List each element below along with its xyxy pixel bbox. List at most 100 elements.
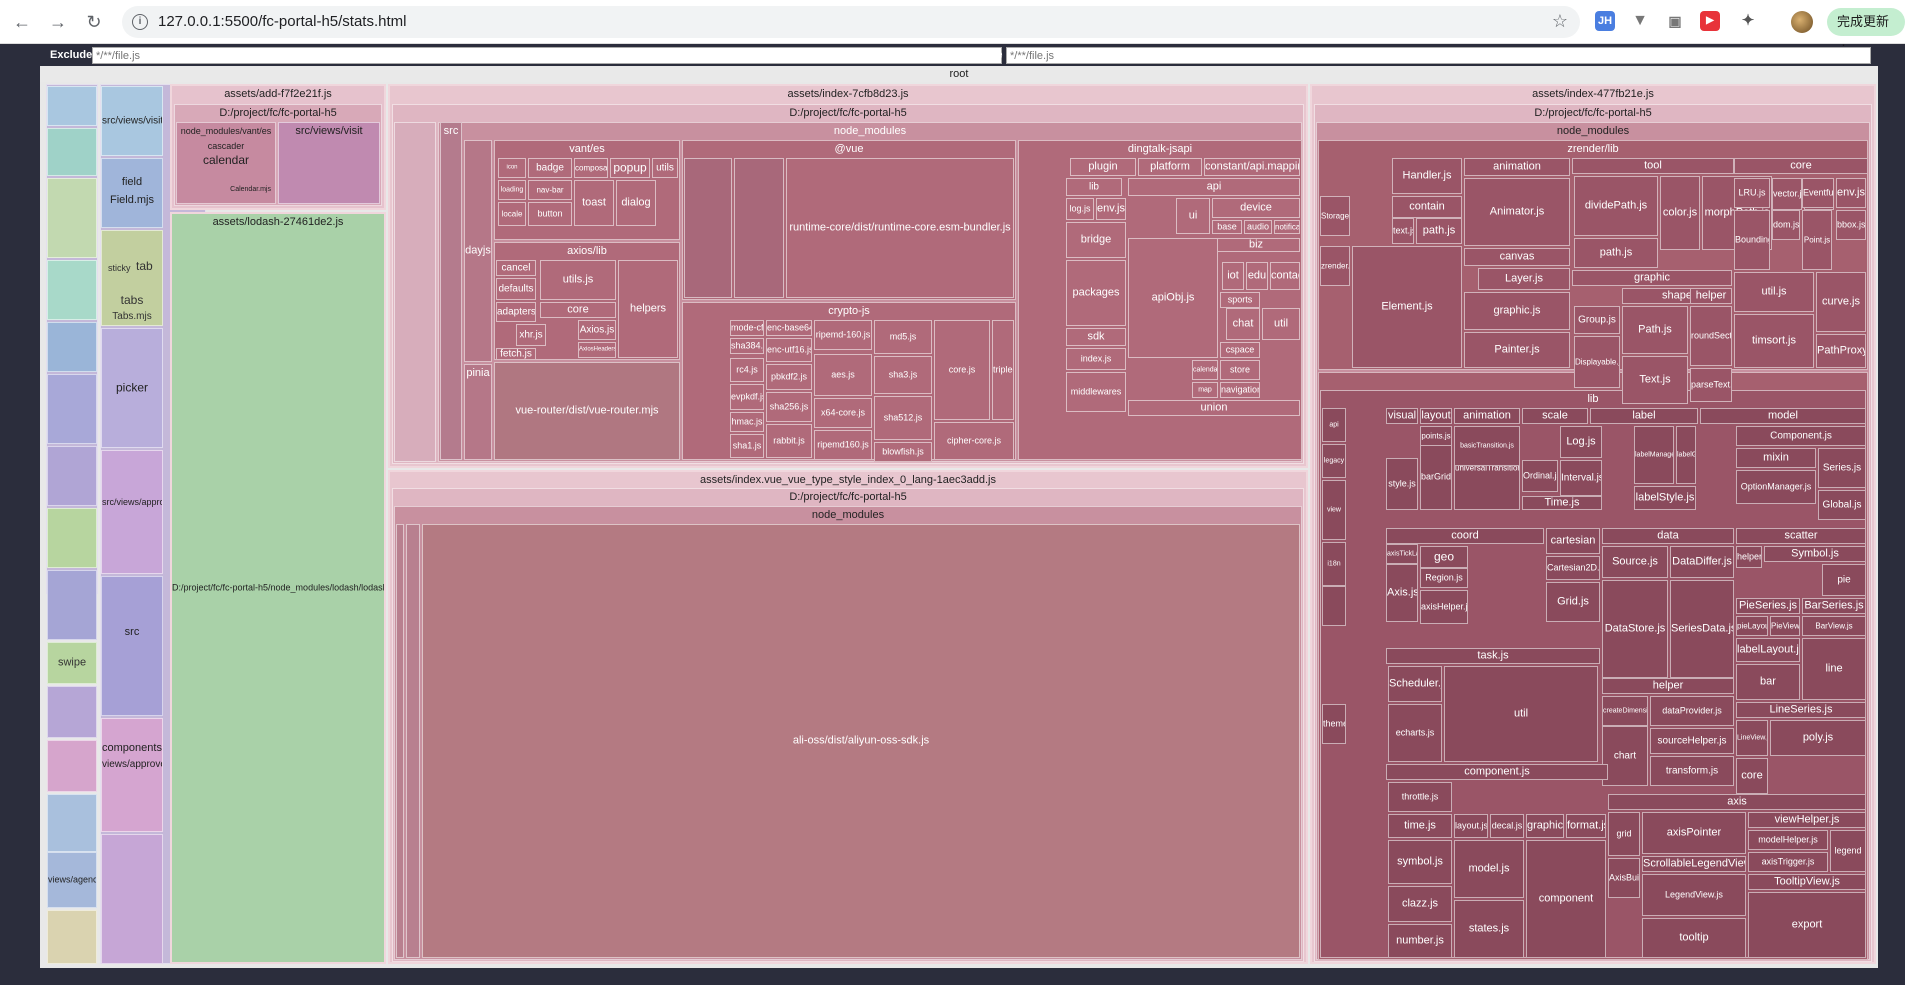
dingtalk-item[interactable]: env.js [1096,198,1126,220]
axios-item[interactable]: Axios.js [578,320,616,340]
update-button[interactable]: 完成更新 ⋮ [1827,8,1905,57]
crypto-item[interactable]: pbkdf2.js [766,364,812,390]
ec-item[interactable]: label [1590,408,1698,424]
zr-item[interactable]: Eventful.js [1802,178,1834,208]
zr-item[interactable]: Handler.js [1392,158,1462,194]
zr-item[interactable]: helper [1690,288,1732,304]
add-src-views-node[interactable]: src/views/visit [278,122,380,204]
ec-item[interactable]: model.js [1454,840,1524,898]
zr-item[interactable]: roundSector.js [1690,306,1732,366]
axios-item[interactable]: cancel [496,260,536,276]
zr-item[interactable]: LRU.js [1734,178,1770,208]
ec-item[interactable]: Time.js [1522,496,1602,510]
ec-item[interactable]: modelHelper.js [1748,830,1828,850]
ec-item[interactable]: BarView.js [1802,616,1866,636]
dingtalk-item[interactable]: util [1262,308,1300,340]
index7-small-col[interactable] [394,122,436,462]
dingtalk-item[interactable]: plugin [1070,158,1136,176]
ec-item[interactable]: LegendView.js [1642,874,1746,916]
dingtalk-item[interactable]: sdk [1066,328,1126,346]
ec-item[interactable]: decal.js [1490,814,1524,838]
crypto-item[interactable]: rc4.js [730,358,764,382]
small-asset-node[interactable] [47,86,97,126]
crypto-item[interactable]: evpkdf.js [730,384,764,410]
dingtalk-item[interactable]: calendar [1192,360,1218,380]
dingtalk-item[interactable]: ui [1176,198,1210,234]
dingtalk-item[interactable]: iot [1222,262,1244,290]
zr-item[interactable]: Group.js [1574,306,1620,334]
ec-item[interactable]: labelLayout.js [1736,638,1800,662]
dingtalk-item[interactable]: api [1128,178,1300,196]
ec-item[interactable]: grid [1608,812,1640,856]
ec-item[interactable]: util [1444,666,1598,762]
forward-icon[interactable]: → [46,10,70,34]
zr-item[interactable]: vector.js [1772,178,1802,210]
ec-item[interactable]: pieLayout.js [1736,616,1768,636]
dingtalk-item[interactable]: log.js [1066,198,1094,220]
src-views-approve-node[interactable]: src/views/approve [101,450,163,574]
crypto-item[interactable]: hmac.js [730,412,764,432]
dingtalk-item[interactable]: lib [1066,178,1122,196]
ec-item[interactable]: tooltip [1642,918,1746,958]
ec-item[interactable]: axisPointer [1642,812,1746,854]
ec-item[interactable]: transform.js [1650,756,1734,786]
small-asset-node[interactable] [47,740,97,792]
ec-item[interactable]: component.js [1386,764,1608,780]
crypto-item[interactable]: core.js [934,320,990,420]
zr-item[interactable]: Layer.js [1478,268,1570,290]
crypto-item[interactable]: ripemd-160.js [814,320,872,350]
treemap-root-header[interactable]: root [40,66,1878,82]
tabs-node[interactable]: sticky tab tabs Tabs.mjs [101,230,163,326]
ec-item[interactable]: helper [1602,678,1734,694]
url-text[interactable]: 127.0.0.1:5500/fc-portal-h5/stats.html [158,13,406,30]
dayjs-node[interactable]: dayjs [464,140,492,362]
zr-item[interactable]: bbox.js [1836,210,1866,240]
dingtalk-item[interactable]: navigation [1220,382,1260,398]
ec-item[interactable]: bar [1736,664,1800,700]
swipe-node[interactable]: swipe [47,642,97,684]
ec-item[interactable]: throttle.js [1388,782,1452,812]
ali-oss-node[interactable]: ali-oss/dist/aliyun-oss-sdk.js [422,524,1300,958]
crypto-item[interactable]: mode-cfb.js [730,320,764,336]
ec-item[interactable]: chart [1602,726,1648,786]
ec-item[interactable]: Source.js [1602,546,1668,578]
dingtalk-item[interactable]: constant/api.mapping.json [1204,158,1300,176]
vant-item[interactable]: dialog [616,180,656,226]
reload-icon[interactable]: ↻ [82,10,106,34]
ec-item[interactable]: echarts.js [1388,704,1442,762]
small-asset-node[interactable] [47,128,97,176]
zr-item[interactable]: Path.js [1622,306,1688,354]
vant-item[interactable]: locale [498,202,526,226]
dingtalk-item[interactable]: chat [1226,308,1260,340]
zr-item[interactable]: PathProxy.js [1816,334,1866,368]
lodash-bundle-node[interactable]: assets/lodash-27461de2.js D:/project/fc/f… [170,212,386,964]
zr-item[interactable]: Text.js [1622,356,1688,404]
dingtalk-item[interactable]: audio [1244,220,1272,234]
ec-item[interactable]: Global.js [1818,490,1866,520]
ec-item[interactable]: core [1736,758,1768,794]
crypto-item[interactable]: rabbit.js [766,424,812,458]
ec-item[interactable]: i18n [1322,542,1346,586]
ec-item[interactable]: style.js [1386,458,1418,510]
zr-item[interactable]: contain [1392,196,1462,218]
vant-item[interactable]: utils [652,158,678,178]
small-asset-node[interactable] [47,794,97,852]
zr-item[interactable]: Element.js [1352,246,1462,368]
zr-item[interactable]: dom.js [1772,210,1800,240]
small-asset-node[interactable] [47,570,97,640]
ec-item[interactable]: basicTransition.js [1454,426,1520,466]
back-icon[interactable]: ← [10,10,34,34]
zr-item[interactable]: Painter.js [1464,332,1570,368]
zr-item[interactable]: core [1734,158,1868,174]
axios-item[interactable]: defaults [496,278,536,300]
zr-item[interactable]: graphic.js [1464,292,1570,330]
src-views-visit-node[interactable]: src/views/visit [101,86,163,156]
vant-item[interactable]: popup [610,158,650,178]
ec-item[interactable]: ScrollableLegendView.js [1642,856,1746,872]
dingtalk-item[interactable]: biz [1212,238,1300,252]
small-asset-node[interactable] [47,178,97,258]
zr-item[interactable]: tool [1572,158,1734,174]
zr-item[interactable]: Animator.js [1464,178,1570,246]
vue-small-node[interactable] [734,158,784,298]
zr-item[interactable]: Point.js [1802,210,1832,270]
